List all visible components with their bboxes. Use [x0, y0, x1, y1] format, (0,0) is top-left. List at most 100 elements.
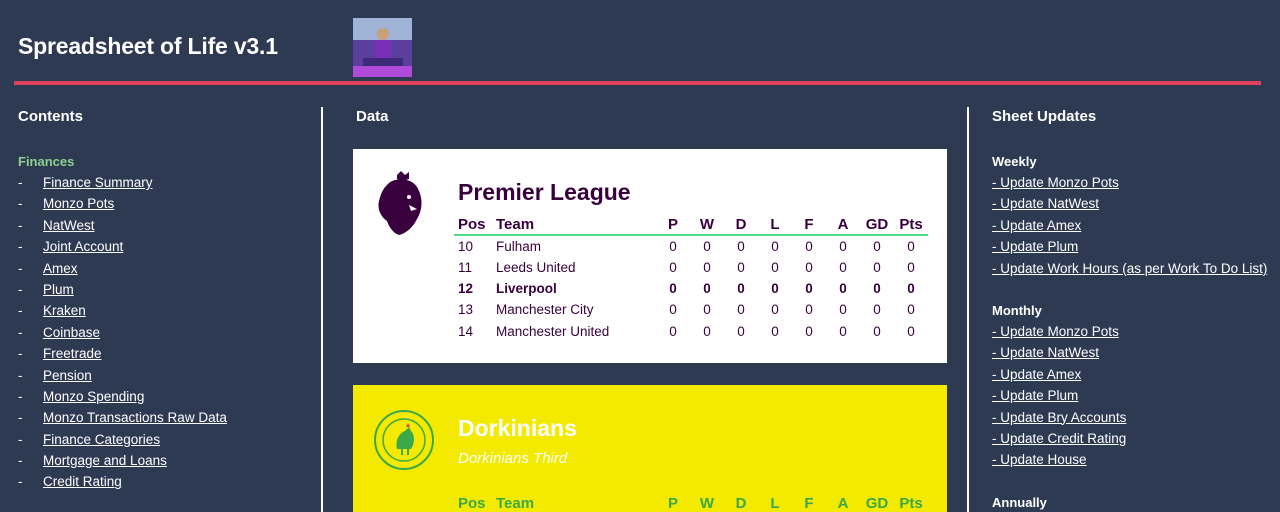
dorkinians-subtitle: Dorkinians Third — [458, 450, 568, 467]
list-bullet: - — [18, 346, 23, 362]
update-item: - Update NatWest — [992, 342, 1272, 363]
table-cell: 0 — [669, 323, 677, 339]
table-cell: 0 — [737, 302, 745, 318]
table-cell: Liverpool — [496, 280, 557, 296]
update-item: - Update House — [992, 449, 1272, 470]
contents-item-finance-categories: - Finance Categories — [18, 429, 227, 450]
contents-link-freetrade[interactable]: Freetrade — [43, 346, 102, 361]
list-bullet: - — [18, 303, 23, 319]
table-cell: Fulham — [496, 238, 542, 254]
contents-heading: Contents — [18, 108, 83, 125]
contents-link-plum[interactable]: Plum — [43, 282, 74, 297]
contents-link-finance-summary[interactable]: Finance Summary — [43, 175, 153, 190]
update-item: - Update Credit Rating — [992, 428, 1272, 449]
contents-link-monzo-spending[interactable]: Monzo Spending — [43, 389, 144, 404]
dorkinians-col-w: W — [699, 494, 715, 512]
table-cell: 0 — [839, 323, 847, 339]
dorkinians-card: Dorkinians Dorkinians Third Pos Team P W D L F… — [353, 385, 947, 512]
contents-link-monzo-pots[interactable]: Monzo Pots — [43, 196, 114, 211]
column-divider-right — [967, 107, 969, 512]
update-link-update-credit-rating[interactable]: - Update Credit Rating — [992, 431, 1126, 446]
update-link-update-amex[interactable]: - Update Amex — [992, 367, 1081, 382]
contents-link-joint-account[interactable]: Joint Account — [43, 239, 123, 254]
list-bullet: - — [18, 324, 23, 340]
update-item: - Update Amex — [992, 364, 1272, 385]
contents-link-credit-rating[interactable]: Credit Rating — [43, 474, 122, 489]
update-link-update-monzo-pots[interactable]: - Update Monzo Pots — [992, 175, 1119, 190]
contents-link-amex[interactable]: Amex — [43, 261, 78, 276]
table-cell: 0 — [907, 323, 915, 339]
premier-league-card: Premier League Pos Team P W D L F A GD Pts 10 Fulh… — [353, 149, 947, 363]
table-cell: 0 — [771, 323, 779, 339]
dorkinians-title: Dorkinians — [458, 415, 577, 441]
table-cell: 0 — [771, 238, 779, 254]
table-cell: 0 — [873, 238, 881, 254]
update-group-monthly: Monthly — [992, 302, 1042, 318]
contents-link-finance-categories[interactable]: Finance Categories — [43, 432, 160, 447]
table-cell: 0 — [669, 238, 677, 254]
list-bullet: - — [18, 367, 23, 383]
list-bullet: - — [18, 474, 23, 490]
contents-link-monzo-transactions-raw-data[interactable]: Monzo Transactions Raw Data — [43, 410, 227, 425]
header-divider — [14, 81, 1261, 85]
contents-item-monzo-spending: - Monzo Spending — [18, 386, 227, 407]
contents-item-natwest: - NatWest — [18, 215, 227, 236]
update-link-update-natwest[interactable]: - Update NatWest — [992, 345, 1099, 360]
contents-item-freetrade: - Freetrade — [18, 343, 227, 364]
table-cell: 0 — [703, 280, 711, 296]
list-bullet: - — [18, 281, 23, 297]
table-cell: 0 — [839, 238, 847, 254]
dorkinians-crest-icon — [373, 409, 434, 475]
update-link-update-amex[interactable]: - Update Amex — [992, 218, 1081, 233]
update-link-update-plum[interactable]: - Update Plum — [992, 239, 1078, 254]
table-cell: 0 — [669, 302, 677, 318]
update-link-update-natwest[interactable]: - Update NatWest — [992, 196, 1099, 211]
update-link-update-bry-accounts[interactable]: - Update Bry Accounts — [992, 410, 1126, 425]
contents-item-plum: - Plum — [18, 279, 227, 300]
update-group-weekly: Weekly — [992, 154, 1037, 169]
contents-item-kraken: - Kraken — [18, 300, 227, 321]
contents-link-pension[interactable]: Pension — [43, 368, 92, 383]
table-cell: 0 — [737, 280, 745, 296]
list-bullet: - — [18, 260, 23, 276]
contents-link-coinbase[interactable]: Coinbase — [43, 325, 100, 340]
contents-link-mortgage-and-loans[interactable]: Mortgage and Loans — [43, 453, 167, 468]
list-bullet: - — [18, 239, 23, 255]
table-row: 14 Manchester United 0 0 0 0 0 0 0 0 — [454, 321, 928, 342]
table-cell: 0 — [805, 302, 813, 318]
contents-item-credit-rating: - Credit Rating — [18, 471, 227, 492]
table-cell: 0 — [737, 259, 745, 275]
table-row: 10 Fulham 0 0 0 0 0 0 0 0 — [454, 235, 928, 256]
contents-item-pension: - Pension — [18, 365, 227, 386]
table-cell: 0 — [771, 280, 779, 296]
dorkinians-col-l: L — [770, 494, 780, 512]
premier_league-col-pos: Pos — [458, 216, 486, 233]
contents-link-kraken[interactable]: Kraken — [43, 303, 86, 318]
contents-item-amex: - Amex — [18, 258, 227, 279]
update-link-update-plum[interactable]: - Update Plum — [992, 388, 1078, 403]
contents-item-coinbase: - Coinbase — [18, 322, 227, 343]
contents-item-monzo-transactions-raw-data: - Monzo Transactions Raw Data — [18, 407, 227, 428]
table-row: 11 Leeds United 0 0 0 0 0 0 0 0 — [454, 256, 928, 277]
table-cell: Leeds United — [496, 259, 576, 275]
update-link-update-monzo-pots[interactable]: - Update Monzo Pots — [992, 324, 1119, 339]
list-bullet: - — [18, 175, 23, 190]
list-bullet: - — [18, 217, 23, 233]
table-cell: 14 — [458, 323, 474, 339]
section-label-finances: Finances — [18, 154, 75, 169]
update-item: - Update NatWest — [992, 193, 1272, 214]
table-row: 12 Liverpool 0 0 0 0 0 0 0 0 — [454, 278, 928, 299]
update-item: - Update Plum — [992, 236, 1272, 257]
contents-link-natwest[interactable]: NatWest — [43, 218, 95, 233]
contents-item-monzo-pots: - Monzo Pots — [18, 193, 227, 214]
update-link-update-house[interactable]: - Update House — [992, 452, 1087, 467]
table-cell: Manchester City — [496, 302, 594, 318]
table-cell: 0 — [907, 259, 915, 275]
update-link-update-work-hours-as-per-work-to-do-list[interactable]: - Update Work Hours (as per Work To Do L… — [992, 261, 1267, 276]
table-cell: 0 — [873, 323, 881, 339]
table-cell: 0 — [907, 280, 915, 296]
table-cell: Manchester United — [496, 323, 610, 339]
update-item: - Update Monzo Pots — [992, 172, 1272, 193]
premier-league-table: Pos Team P W D L F A GD Pts 10 Fulham 0 0 0 0 0 0 0 0 11 Lee… — [454, 215, 928, 342]
